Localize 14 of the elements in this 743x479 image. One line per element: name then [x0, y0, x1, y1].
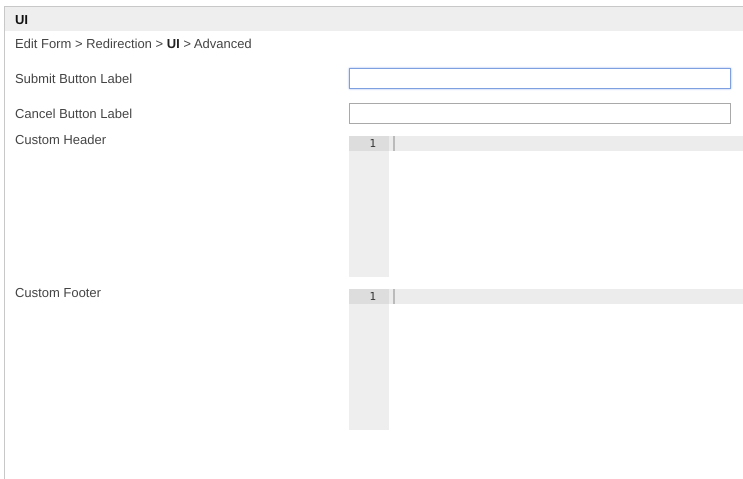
- field-label: Custom Header: [15, 132, 108, 147]
- breadcrumb: Edit Form > Redirection > UI > Advanced: [14, 35, 253, 53]
- text-cursor: [393, 289, 395, 304]
- panel-title: UI: [15, 12, 28, 26]
- line-number: 1: [349, 289, 389, 304]
- line-number: 1: [349, 136, 389, 151]
- field-label: Custom Footer: [15, 285, 102, 300]
- field-label: Submit Button Label: [15, 70, 134, 86]
- input-field[interactable]: [349, 68, 731, 89]
- code-editor[interactable]: 1: [349, 136, 743, 277]
- field-label: Cancel Button Label: [15, 105, 134, 121]
- input-field[interactable]: [349, 103, 731, 124]
- code-editor[interactable]: 1: [349, 289, 743, 430]
- text-cursor: [393, 136, 395, 151]
